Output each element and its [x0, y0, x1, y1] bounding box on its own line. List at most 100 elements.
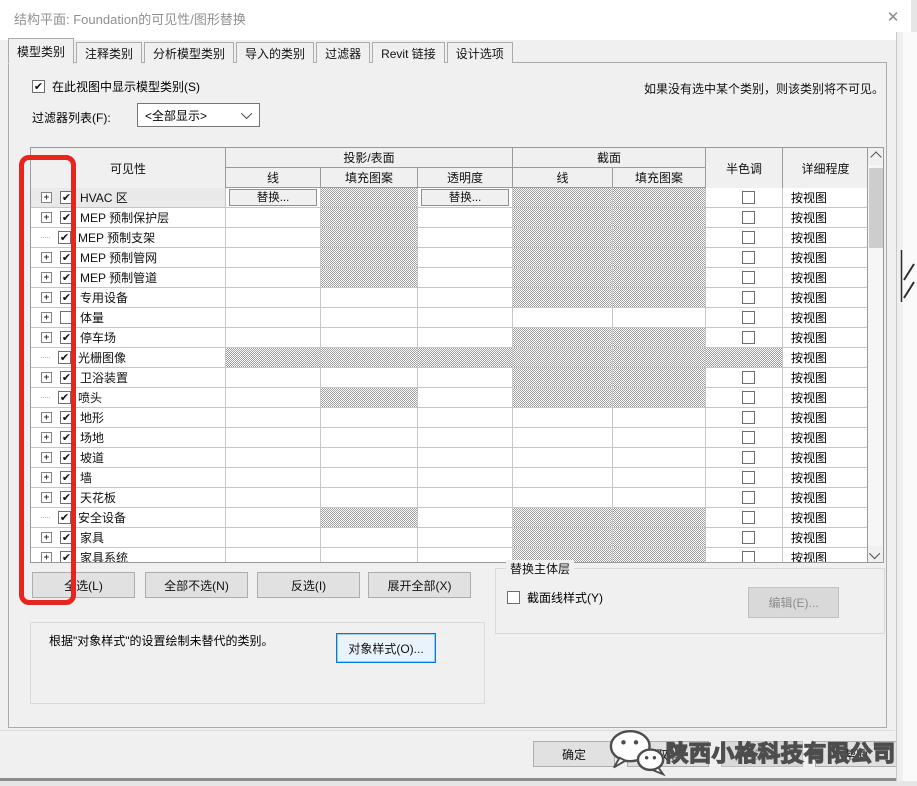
halftone-cell[interactable] — [706, 488, 783, 508]
halftone-checkbox[interactable] — [742, 511, 755, 524]
cut-lines-cell[interactable] — [513, 468, 613, 488]
expand-icon[interactable]: + — [41, 432, 52, 443]
projection-lines-cell[interactable] — [226, 228, 321, 248]
table-row[interactable]: ✔MEP 预制支架按视图 — [31, 228, 868, 248]
visibility-checkbox[interactable]: ✔ — [58, 231, 71, 244]
cut-patterns-cell[interactable] — [613, 508, 706, 528]
halftone-checkbox[interactable] — [742, 331, 755, 344]
projection-patterns-cell[interactable] — [321, 348, 418, 368]
transparency-cell[interactable] — [418, 488, 513, 508]
halftone-cell[interactable] — [706, 368, 783, 388]
projection-lines-cell[interactable] — [226, 508, 321, 528]
halftone-checkbox[interactable] — [742, 431, 755, 444]
projection-lines-cell[interactable] — [226, 388, 321, 408]
halftone-checkbox[interactable] — [742, 531, 755, 544]
detail-level-cell[interactable]: 按视图 — [783, 188, 868, 208]
expand-icon[interactable]: + — [41, 452, 52, 463]
halftone-cell[interactable] — [706, 268, 783, 288]
transparency-cell[interactable] — [418, 328, 513, 348]
visibility-checkbox[interactable]: ✔ — [60, 531, 73, 544]
select-none-button[interactable]: 全部不选(N) — [145, 572, 248, 598]
halftone-cell[interactable] — [706, 308, 783, 328]
detail-level-cell[interactable]: 按视图 — [783, 448, 868, 468]
visibility-cell[interactable]: +✔HVAC 区 — [31, 188, 226, 208]
transparency-cell[interactable] — [418, 508, 513, 528]
cut-lines-cell[interactable] — [513, 408, 613, 428]
projection-lines-cell[interactable] — [226, 328, 321, 348]
projection-lines-cell[interactable] — [226, 488, 321, 508]
cut-lines-cell[interactable] — [513, 428, 613, 448]
projection-patterns-cell[interactable] — [321, 448, 418, 468]
expand-icon[interactable]: + — [41, 252, 52, 263]
projection-patterns-cell[interactable] — [321, 208, 418, 228]
projection-patterns-cell[interactable] — [321, 388, 418, 408]
select-all-button[interactable]: 全选(L) — [32, 572, 135, 598]
expand-icon[interactable]: + — [41, 332, 52, 343]
expand-icon[interactable]: + — [41, 212, 52, 223]
cut-lines-cell[interactable] — [513, 348, 613, 368]
override-button[interactable]: 替换... — [229, 189, 317, 206]
projection-lines-cell[interactable] — [226, 208, 321, 228]
detail-level-cell[interactable]: 按视图 — [783, 468, 868, 488]
detail-level-cell[interactable]: 按视图 — [783, 328, 868, 348]
scroll-down-button[interactable] — [868, 546, 884, 563]
projection-patterns-cell[interactable] — [321, 428, 418, 448]
projection-patterns-cell[interactable] — [321, 228, 418, 248]
visibility-cell[interactable]: ✔安全设备 — [31, 508, 226, 528]
visibility-cell[interactable]: +✔卫浴装置 — [31, 368, 226, 388]
transparency-cell[interactable] — [418, 348, 513, 368]
visibility-checkbox[interactable]: ✔ — [60, 471, 73, 484]
transparency-cell[interactable] — [418, 428, 513, 448]
table-row[interactable]: +✔家具按视图 — [31, 528, 868, 548]
halftone-checkbox[interactable] — [742, 211, 755, 224]
projection-patterns-cell[interactable] — [321, 308, 418, 328]
visibility-checkbox[interactable]: ✔ — [58, 351, 71, 364]
visibility-checkbox[interactable]: ✔ — [60, 371, 73, 384]
projection-patterns-cell[interactable] — [321, 288, 418, 308]
visibility-cell[interactable]: +✔墙 — [31, 468, 226, 488]
detail-level-cell[interactable]: 按视图 — [783, 268, 868, 288]
projection-patterns-cell[interactable] — [321, 368, 418, 388]
show-model-categories-checkbox[interactable]: ✔ — [32, 80, 45, 93]
cut-patterns-cell[interactable] — [613, 488, 706, 508]
projection-patterns-cell[interactable] — [321, 188, 418, 208]
halftone-checkbox[interactable] — [742, 271, 755, 284]
table-row[interactable]: +✔卫浴装置按视图 — [31, 368, 868, 388]
halftone-cell[interactable] — [706, 548, 783, 563]
table-row[interactable]: +✔墙 按视图 — [31, 468, 868, 488]
cut-lines-cell[interactable] — [513, 208, 613, 228]
halftone-cell[interactable] — [706, 188, 783, 208]
cut-patterns-cell[interactable] — [613, 368, 706, 388]
transparency-cell[interactable] — [418, 368, 513, 388]
expand-icon[interactable]: + — [41, 192, 52, 203]
transparency-cell[interactable] — [418, 268, 513, 288]
visibility-checkbox[interactable]: ✔ — [60, 291, 73, 304]
visibility-cell[interactable]: +✔天花板 — [31, 488, 226, 508]
cut-line-styles-checkbox[interactable] — [507, 591, 520, 604]
halftone-cell[interactable] — [706, 468, 783, 488]
projection-lines-cell[interactable] — [226, 308, 321, 328]
projection-lines-cell[interactable] — [226, 268, 321, 288]
detail-level-cell[interactable]: 按视图 — [783, 248, 868, 268]
cut-line-styles-option[interactable]: 截面线样式(Y) — [507, 589, 603, 606]
visibility-cell[interactable]: +✔家具 — [31, 528, 226, 548]
halftone-cell[interactable] — [706, 528, 783, 548]
cut-lines-cell[interactable] — [513, 368, 613, 388]
halftone-checkbox[interactable] — [742, 251, 755, 264]
cut-patterns-cell[interactable] — [613, 208, 706, 228]
detail-level-cell[interactable]: 按视图 — [783, 228, 868, 248]
detail-level-cell[interactable]: 按视图 — [783, 488, 868, 508]
visibility-checkbox[interactable]: ✔ — [58, 511, 71, 524]
projection-lines-cell[interactable] — [226, 428, 321, 448]
halftone-cell[interactable] — [706, 208, 783, 228]
projection-patterns-cell[interactable] — [321, 528, 418, 548]
halftone-checkbox[interactable] — [742, 231, 755, 244]
expand-all-button[interactable]: 展开全部(X) — [368, 572, 471, 598]
cut-patterns-cell[interactable] — [613, 268, 706, 288]
visibility-cell[interactable]: +✔坡道 — [31, 448, 226, 468]
apply-button[interactable]: 应用 — [721, 741, 803, 767]
halftone-cell[interactable] — [706, 228, 783, 248]
cut-patterns-cell[interactable] — [613, 528, 706, 548]
transparency-cell[interactable] — [418, 448, 513, 468]
cut-patterns-cell[interactable] — [613, 408, 706, 428]
